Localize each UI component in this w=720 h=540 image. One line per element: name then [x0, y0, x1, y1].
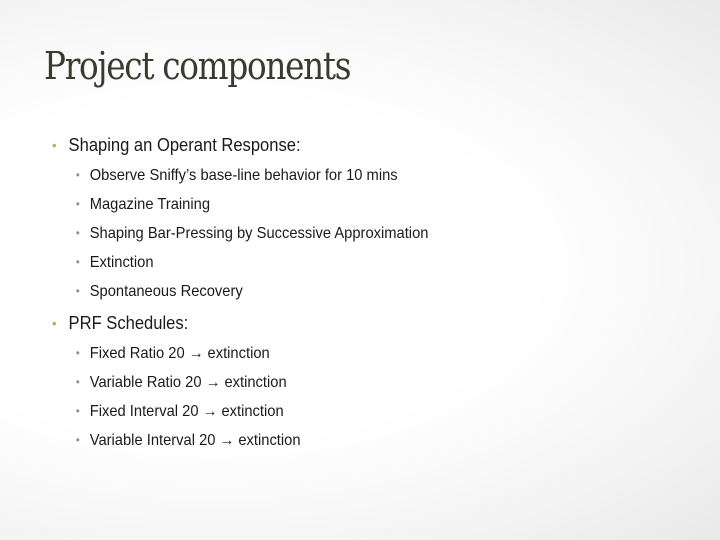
list-item: • Variable Interval 20 → extinction — [52, 426, 428, 455]
list-item-text: Spontaneous Recovery — [89, 283, 243, 300]
list-item: • Shaping Bar-Pressing by Successive App… — [52, 219, 429, 248]
bullet-icon: • — [52, 315, 57, 331]
bullet-icon: • — [52, 137, 57, 153]
bullet-section-prf: • PRF Schedules: — [52, 310, 428, 336]
slide-title: Project components — [44, 44, 352, 88]
list-item: • Extinction — [52, 248, 428, 277]
list-item-text: Observe Sniffy’s base-line behavior for … — [89, 167, 398, 184]
list-item-text: Extinction — [89, 254, 154, 271]
list-item-text: Fixed Ratio 20 → extinction — [89, 345, 270, 362]
list-item: • Variable Ratio 20 → extinction — [52, 368, 428, 397]
bullet-icon: • — [75, 284, 80, 298]
bullet-icon: • — [75, 168, 80, 182]
list-item: • Fixed Ratio 20 → extinction — [52, 339, 428, 368]
list-item-text: Shaping Bar-Pressing by Successive Appro… — [89, 225, 429, 242]
list-item: • Magazine Training — [52, 190, 428, 219]
bullet-icon: • — [75, 404, 80, 418]
bullet-icon: • — [75, 197, 80, 211]
list-item-text: Magazine Training — [89, 196, 211, 213]
list-item: • Fixed Interval 20 → extinction — [52, 397, 428, 426]
list-item-text: Variable Ratio 20 → extinction — [89, 374, 287, 391]
bullet-icon: • — [75, 375, 80, 389]
bullet-icon: • — [75, 255, 80, 269]
list-item-text: Variable Interval 20 → extinction — [89, 432, 301, 449]
bullet-section-shaping: • Shaping an Operant Response: — [52, 132, 428, 158]
bullet-icon: • — [75, 226, 80, 240]
bullet-icon: • — [75, 433, 80, 447]
list-item: • Spontaneous Recovery — [52, 277, 428, 306]
section-heading: PRF Schedules: — [68, 313, 189, 333]
bullet-icon: • — [75, 346, 80, 360]
slide-body: • Shaping an Operant Response: • Observe… — [52, 132, 461, 455]
list-item-text: Fixed Interval 20 → extinction — [89, 403, 284, 420]
list-item: • Observe Sniffy’s base-line behavior fo… — [52, 161, 428, 190]
slide: Project components • Shaping an Operant … — [0, 0, 720, 540]
section-heading: Shaping an Operant Response: — [68, 135, 301, 155]
